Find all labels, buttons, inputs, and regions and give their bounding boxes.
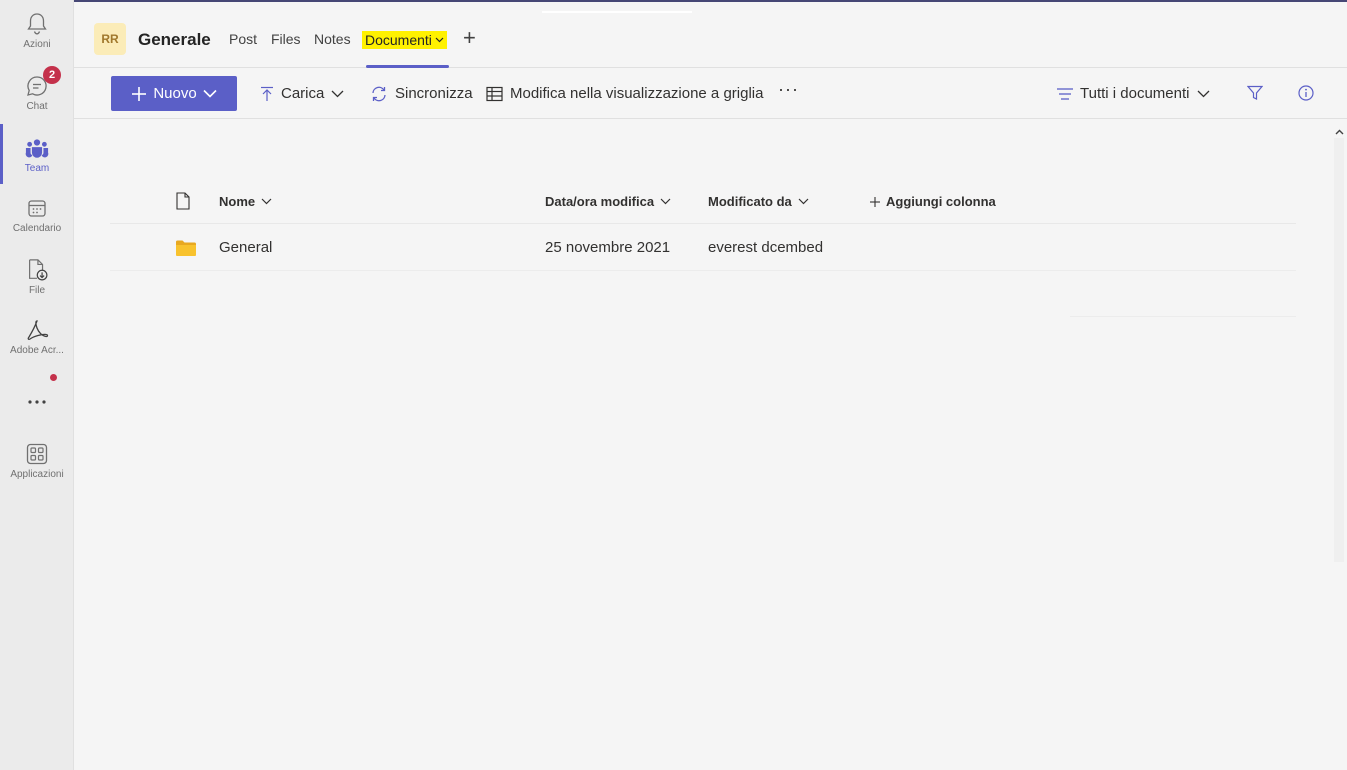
calendar-icon (25, 196, 49, 220)
info-button[interactable] (1298, 85, 1314, 101)
chevron-down-icon (261, 198, 272, 205)
file-download-icon (25, 258, 49, 282)
rail-item-apps[interactable]: Applicazioni (0, 430, 74, 490)
chat-badge: 2 (43, 66, 61, 84)
rail-item-adobe[interactable]: Adobe Acr... (0, 306, 74, 366)
filter-icon (1247, 85, 1263, 100)
column-modified-by-label: Modificato da (708, 194, 792, 209)
column-name-label: Nome (219, 194, 256, 209)
sync-label: Sincronizza (395, 85, 473, 102)
channel-name[interactable]: Generale (138, 30, 211, 50)
rail-label-files: File (28, 285, 46, 296)
rail-item-actions[interactable]: Azioni (0, 0, 74, 60)
tab-notes[interactable]: Notes (314, 31, 351, 47)
channel-header: RR Generale Post Files Notes Documenti + (74, 0, 1347, 68)
add-column-button[interactable]: Aggiungi colonna (870, 194, 996, 209)
folder-icon (176, 240, 196, 260)
rail-item-more[interactable] (0, 378, 74, 418)
sync-icon (372, 86, 386, 101)
grid-edit-button[interactable]: Modifica nella visualizzazione a griglia (486, 85, 763, 102)
chevron-down-icon (798, 198, 809, 205)
new-button-label: Nuovo (153, 85, 197, 102)
view-selector-label: Tutti i documenti (1080, 85, 1190, 102)
teams-icon (25, 136, 49, 160)
grid-table-icon (486, 86, 503, 101)
rail-label-adobe: Adobe Acr... (10, 345, 64, 356)
rail-label-apps: Applicazioni (10, 469, 64, 480)
active-tab-indicator (366, 65, 449, 68)
column-header-modified[interactable]: Data/ora modifica (545, 194, 671, 209)
rail-item-files[interactable]: File (0, 246, 74, 306)
chevron-down-icon (435, 37, 444, 43)
tab-post[interactable]: Post (229, 31, 257, 47)
column-header-modified-by[interactable]: Modificato da (708, 194, 809, 209)
rail-label-calendar: Calendario (12, 223, 62, 234)
bell-icon (25, 12, 49, 36)
app-rail: Azioni 2 Chat Team Calendario File Adobe… (0, 0, 74, 770)
new-button[interactable]: Nuovo (111, 76, 237, 111)
rail-label-team: Team (24, 163, 50, 174)
view-lines-icon (1057, 87, 1073, 100)
chevron-down-icon (1197, 90, 1209, 97)
add-column-label: Aggiungi colonna (886, 194, 996, 209)
tab-documenti-label: Documenti (365, 32, 432, 48)
rail-label-actions: Azioni (23, 39, 51, 50)
upload-button[interactable]: Carica (260, 85, 344, 102)
grid-edit-label: Modifica nella visualizzazione a griglia (510, 85, 764, 102)
filter-button[interactable] (1247, 85, 1263, 101)
list-header: Nome Data/ora modifica Modificato da Agg… (110, 184, 1296, 224)
chevron-down-icon (331, 90, 344, 97)
more-options-button[interactable]: ··· (778, 79, 799, 100)
document-icon (176, 192, 190, 210)
info-icon (1298, 85, 1314, 101)
column-header-name[interactable]: Nome (219, 194, 272, 209)
header-strip (542, 11, 692, 13)
chevron-down-icon (203, 89, 217, 98)
plus-icon (132, 86, 147, 101)
add-tab-button[interactable]: + (463, 27, 476, 49)
document-library: Nome Data/ora modifica Modificato da Agg… (74, 120, 1347, 770)
tab-files[interactable]: Files (271, 31, 301, 47)
file-type-column-header[interactable] (176, 192, 190, 210)
view-selector[interactable]: Tutti i documenti (1057, 85, 1210, 102)
tab-documenti[interactable]: Documenti (362, 31, 447, 49)
rail-item-calendar[interactable]: Calendario (0, 184, 74, 244)
table-row[interactable]: General 25 novembre 2021 everest dcembed (110, 225, 1296, 271)
divider (1070, 316, 1296, 317)
tab-documenti-highlight: Documenti (362, 31, 447, 49)
row-modified-by: everest dcembed (708, 239, 824, 256)
row-name[interactable]: General (219, 239, 272, 256)
more-icon (25, 390, 49, 414)
upload-arrow-icon (261, 86, 273, 101)
team-avatar[interactable]: RR (94, 23, 126, 55)
apps-icon (25, 442, 49, 466)
rail-item-chat[interactable]: 2 Chat (0, 62, 74, 122)
command-bar: Nuovo Carica Sincronizza Modifica nella … (74, 69, 1347, 119)
rail-item-team[interactable]: Team (0, 124, 74, 184)
chevron-down-icon (660, 198, 671, 205)
column-modified-label: Data/ora modifica (545, 194, 655, 209)
scrollbar-track[interactable] (1334, 138, 1344, 562)
row-modified: 25 novembre 2021 (545, 239, 671, 256)
vertical-scrollbar[interactable] (1331, 120, 1347, 562)
adobe-acrobat-icon (25, 318, 49, 342)
plus-icon (870, 196, 880, 207)
upload-label: Carica (281, 85, 325, 102)
sync-button[interactable]: Sincronizza (370, 85, 473, 102)
rail-label-chat: Chat (26, 101, 48, 112)
chat-icon: 2 (25, 66, 61, 98)
